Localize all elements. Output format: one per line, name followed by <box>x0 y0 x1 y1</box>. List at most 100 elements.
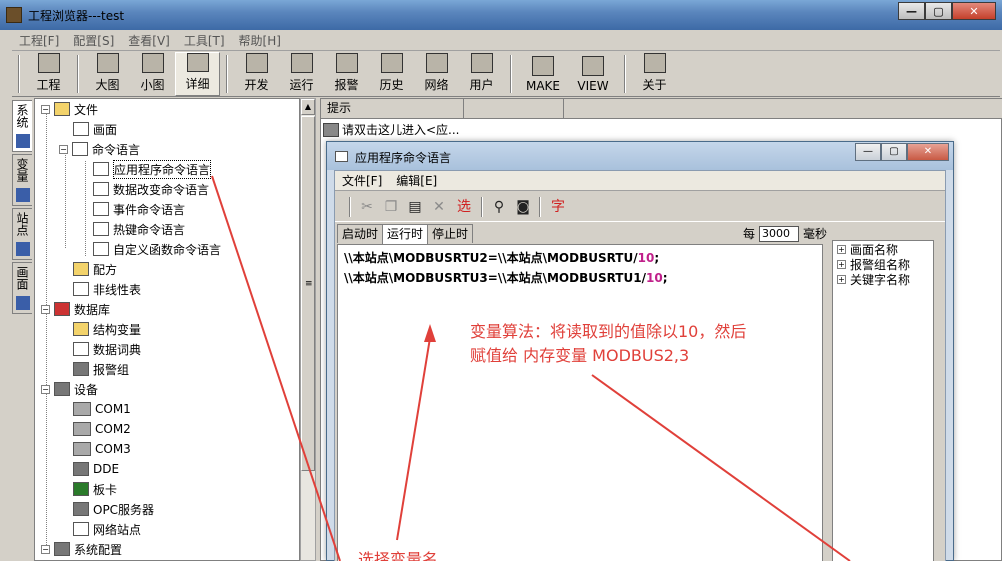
collapse-icon[interactable]: − <box>41 104 50 114</box>
tree-item-event-cmd[interactable]: 事件命令语言 <box>93 199 185 219</box>
tab-stop[interactable]: 停止时 <box>427 224 474 243</box>
tree-item-net-station[interactable]: 网络站点 <box>73 519 141 539</box>
collapse-icon[interactable]: − <box>41 304 50 314</box>
tab-startup[interactable]: 启动时 <box>337 224 384 243</box>
keyword-tree-item[interactable]: + 画面名称 <box>837 242 933 257</box>
menu-project[interactable]: 工程[F] <box>12 32 66 49</box>
small-icon-button[interactable]: 小图 <box>130 52 175 96</box>
tree-item-screen[interactable]: 画面 <box>73 119 117 139</box>
close-button[interactable]: ✕ <box>952 2 996 20</box>
tree-item-data-dict[interactable]: 数据词典 <box>73 339 141 359</box>
vtab-screen[interactable]: 画面 <box>12 262 32 314</box>
tree-item-app-cmd[interactable]: 应用程序命令语言 <box>93 159 212 179</box>
keyword-tree-item[interactable]: + 关键字名称 <box>837 272 933 287</box>
tree-item-custom-func-cmd[interactable]: 自定义函数命令语言 <box>93 239 221 259</box>
toolbar-separator <box>624 55 626 93</box>
replace-icon[interactable]: ◙ <box>515 199 531 215</box>
code-editor[interactable]: \\本站点\MODBUSRTU2=\\本站点\MODBUSRTU/10; \\本… <box>337 244 823 561</box>
tree-item-com2[interactable]: COM2 <box>73 419 131 439</box>
vtab-system[interactable]: 系统 <box>12 100 32 152</box>
big-icon-button[interactable]: 大图 <box>85 52 130 96</box>
menu-view[interactable]: 查看[V] <box>121 32 177 49</box>
dialog-minimize-button[interactable]: — <box>855 143 881 161</box>
alarm-group-icon <box>73 362 89 376</box>
about-button[interactable]: 关于 <box>632 52 677 96</box>
tree-item-alarm-group[interactable]: 报警组 <box>73 359 129 379</box>
make-button[interactable]: MAKE <box>518 52 568 96</box>
cut-icon[interactable]: ✂ <box>359 199 375 215</box>
alarm-button[interactable]: 报警 <box>324 52 369 96</box>
window-controls: — ▢ ✕ <box>898 2 996 22</box>
dialog-menu-edit[interactable]: 编辑[E] <box>389 172 444 189</box>
select-button[interactable]: 选 <box>455 199 473 215</box>
collapse-icon[interactable]: − <box>41 544 50 554</box>
document-icon <box>93 162 109 176</box>
tree-item-board[interactable]: 板卡 <box>73 479 117 499</box>
about-icon <box>643 53 666 73</box>
copy-icon[interactable]: ❐ <box>383 199 399 215</box>
tab-running[interactable]: 运行时 <box>382 224 429 244</box>
document-icon <box>93 222 109 236</box>
dialog-menu-file[interactable]: 文件[F] <box>335 172 389 189</box>
minimize-button[interactable]: — <box>898 2 925 20</box>
interval-input[interactable]: 3000 <box>759 225 800 242</box>
com-port-icon <box>73 442 91 456</box>
vtab-station[interactable]: 站点 <box>12 208 32 260</box>
dialog-close-button[interactable]: ✕ <box>907 143 949 161</box>
expand-icon[interactable]: + <box>837 274 846 284</box>
scroll-thumb[interactable] <box>301 116 315 471</box>
view-button[interactable]: VIEW <box>568 52 618 96</box>
tree-item-com3[interactable]: COM3 <box>73 439 131 459</box>
column-header-hint[interactable]: 提示 <box>321 99 464 119</box>
window-title: 工程浏览器---test <box>28 9 125 23</box>
develop-button[interactable]: 开发 <box>234 52 279 96</box>
user-button[interactable]: 用户 <box>459 52 504 96</box>
wrench-icon <box>54 542 70 556</box>
delete-icon[interactable]: ✕ <box>431 199 447 215</box>
find-icon[interactable]: ⚲ <box>491 199 507 215</box>
project-button[interactable]: 工程 <box>26 52 71 96</box>
scroll-grip-icon: ≡ <box>305 279 313 289</box>
main-toolbar: 工程 大图 小图 详细 开发 运行 报警 历史 网络 用户 MAKE VIEW … <box>12 51 1000 97</box>
dialog-toolbar: ✂ ❐ ▤ ✕ 选 ⚲ ◙ 字 <box>335 192 945 222</box>
tree-item-cmd-lang[interactable]: − 命令语言 <box>59 139 140 159</box>
tree-item-com1[interactable]: COM1 <box>73 399 131 419</box>
column-header[interactable] <box>464 99 564 119</box>
tree-item-database[interactable]: − 数据库 <box>41 299 110 319</box>
tree-item-file[interactable]: − 文件 <box>41 99 98 119</box>
tree-item-hotkey-cmd[interactable]: 热键命令语言 <box>93 219 185 239</box>
database-icon <box>54 302 70 316</box>
column-header[interactable] <box>564 99 1002 119</box>
tree-item-recipe[interactable]: 配方 <box>73 259 117 279</box>
tree-item-device[interactable]: − 设备 <box>41 379 98 399</box>
menubar: 工程[F] 配置[S] 查看[V] 工具[T] 帮助[H] <box>12 31 1000 51</box>
network-button[interactable]: 网络 <box>414 52 459 96</box>
tree-item-opc[interactable]: OPC服务器 <box>73 499 154 519</box>
menu-tools[interactable]: 工具[T] <box>177 32 232 49</box>
tree-item-nonlinear[interactable]: 非线性表 <box>73 279 141 299</box>
menu-config[interactable]: 配置[S] <box>66 32 121 49</box>
annotation-text: 赋值给 内存变量 MODBUS2,3 <box>470 346 690 365</box>
expand-icon[interactable]: + <box>837 244 846 254</box>
tree-item-struct-var[interactable]: 结构变量 <box>73 319 141 339</box>
expand-icon[interactable]: + <box>837 259 846 269</box>
detail-button[interactable]: 详细 <box>175 52 220 96</box>
history-button[interactable]: 历史 <box>369 52 414 96</box>
dialog-maximize-button[interactable]: ▢ <box>881 143 907 161</box>
paste-icon[interactable]: ▤ <box>407 199 423 215</box>
menu-help[interactable]: 帮助[H] <box>232 32 288 49</box>
char-button[interactable]: 字 <box>549 199 567 215</box>
run-button[interactable]: 运行 <box>279 52 324 96</box>
tree-item-sys-config[interactable]: − 系统配置 <box>41 539 122 559</box>
tree-item-data-change-cmd[interactable]: 数据改变命令语言 <box>93 179 209 199</box>
maximize-button[interactable]: ▢ <box>925 2 952 20</box>
tree-guide-line <box>65 153 66 248</box>
scroll-up-button[interactable]: ▲ <box>301 99 315 115</box>
tree-scrollbar[interactable]: ▲ ≡ <box>300 98 316 561</box>
hint-row[interactable]: 请双击这儿进入<应... <box>323 121 460 138</box>
tree-item-dde[interactable]: DDE <box>73 459 119 479</box>
keyword-tree-item[interactable]: + 报警组名称 <box>837 257 933 272</box>
collapse-icon[interactable]: − <box>41 384 50 394</box>
vtab-variable[interactable]: 变量 <box>12 154 32 206</box>
collapse-icon[interactable]: − <box>59 144 68 154</box>
